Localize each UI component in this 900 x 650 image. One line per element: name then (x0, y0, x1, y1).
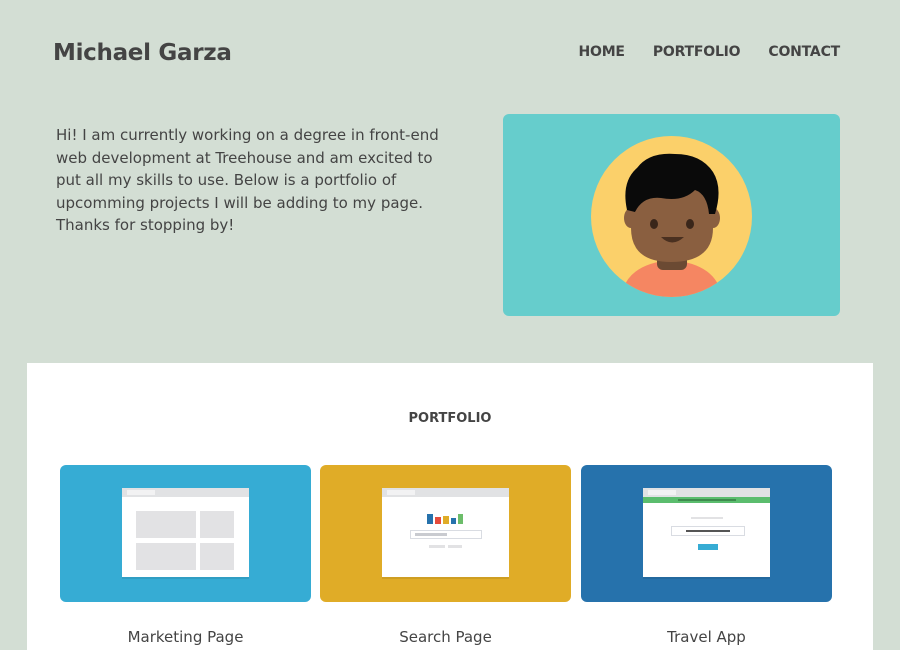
search-page-card[interactable] (320, 465, 571, 602)
portfolio-section: PORTFOLIO Marketing Page Search Page Tra… (27, 363, 873, 650)
nav-portfolio[interactable]: PORTFOLIO (653, 44, 741, 60)
portfolio-heading: PORTFOLIO (408, 411, 492, 426)
main-nav: HOME PORTFOLIO CONTACT (578, 44, 840, 60)
travel-app-card[interactable] (581, 465, 832, 602)
nav-home[interactable]: HOME (578, 44, 625, 60)
travel-app-label[interactable]: Travel App (581, 628, 832, 646)
avatar-icon (591, 136, 752, 297)
marketing-page-card[interactable] (60, 465, 311, 602)
nav-contact[interactable]: CONTACT (768, 44, 840, 60)
search-page-thumbnail-icon (382, 488, 509, 577)
hero-image (503, 114, 840, 316)
intro-text: Hi! I am currently working on a degree i… (56, 126, 439, 234)
marketing-page-thumbnail-icon (122, 488, 249, 577)
search-page-label[interactable]: Search Page (320, 628, 571, 646)
marketing-page-label[interactable]: Marketing Page (60, 628, 311, 646)
site-title: Michael Garza (53, 40, 232, 66)
travel-app-thumbnail-icon (643, 488, 770, 577)
